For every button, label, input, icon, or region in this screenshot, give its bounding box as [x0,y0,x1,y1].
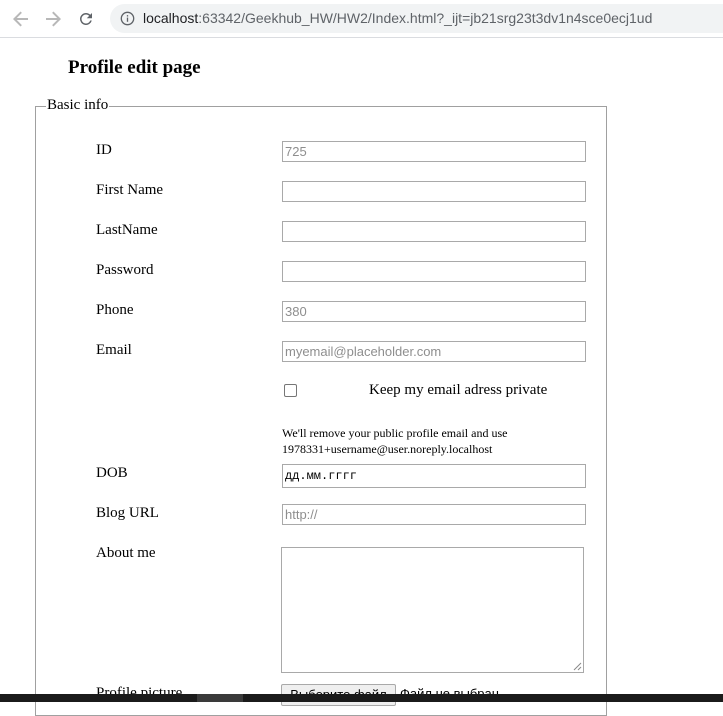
password-label: Password [96,262,154,278]
last-name-field[interactable] [282,221,586,242]
about-me-textarea[interactable] [281,547,584,673]
info-icon[interactable] [120,11,135,26]
dob-label: DOB [96,465,128,481]
about-me-label: About me [96,545,156,561]
page-title: Profile edit page [68,57,201,78]
address-bar[interactable]: localhost:63342/Geekhub_HW/HW2/Index.htm… [110,4,723,33]
reload-button[interactable] [75,8,97,30]
dob-date-input[interactable]: дд.мм.гггг [282,464,586,488]
id-field[interactable] [282,141,586,162]
email-label: Email [96,342,132,358]
keep-email-private-label[interactable]: Keep my email adress private [369,382,547,399]
keep-email-private-checkbox[interactable] [284,384,297,397]
email-privacy-hint: We'll remove your public profile email a… [282,426,508,456]
password-field[interactable] [282,261,586,282]
blog-url-field[interactable] [282,504,586,525]
taskbar [0,694,723,702]
resize-grip-icon[interactable] [573,662,582,671]
phone-field[interactable] [282,301,586,322]
url-host: localhost [143,10,199,26]
id-label: ID [96,142,112,158]
url-path: :63342/Geekhub_HW/HW2/Index.html?_ijt=jb… [198,10,653,26]
taskbar-active-item[interactable] [197,694,243,702]
back-button[interactable] [10,8,32,30]
email-field[interactable] [282,341,586,362]
forward-arrow-icon [46,11,61,27]
forward-button[interactable] [42,8,64,30]
url-text[interactable]: localhost:63342/Geekhub_HW/HW2/Index.htm… [143,10,652,27]
first-name-label: First Name [96,182,164,198]
last-name-label: LastName [96,222,158,238]
blog-url-label: Blog URL [96,505,159,521]
first-name-field[interactable] [282,181,586,202]
reload-icon [79,12,92,25]
phone-label: Phone [96,302,134,318]
fieldset-legend: Basic info [46,97,110,114]
browser-toolbar: localhost:63342/Geekhub_HW/HW2/Index.htm… [0,0,723,38]
back-arrow-icon [13,11,28,27]
